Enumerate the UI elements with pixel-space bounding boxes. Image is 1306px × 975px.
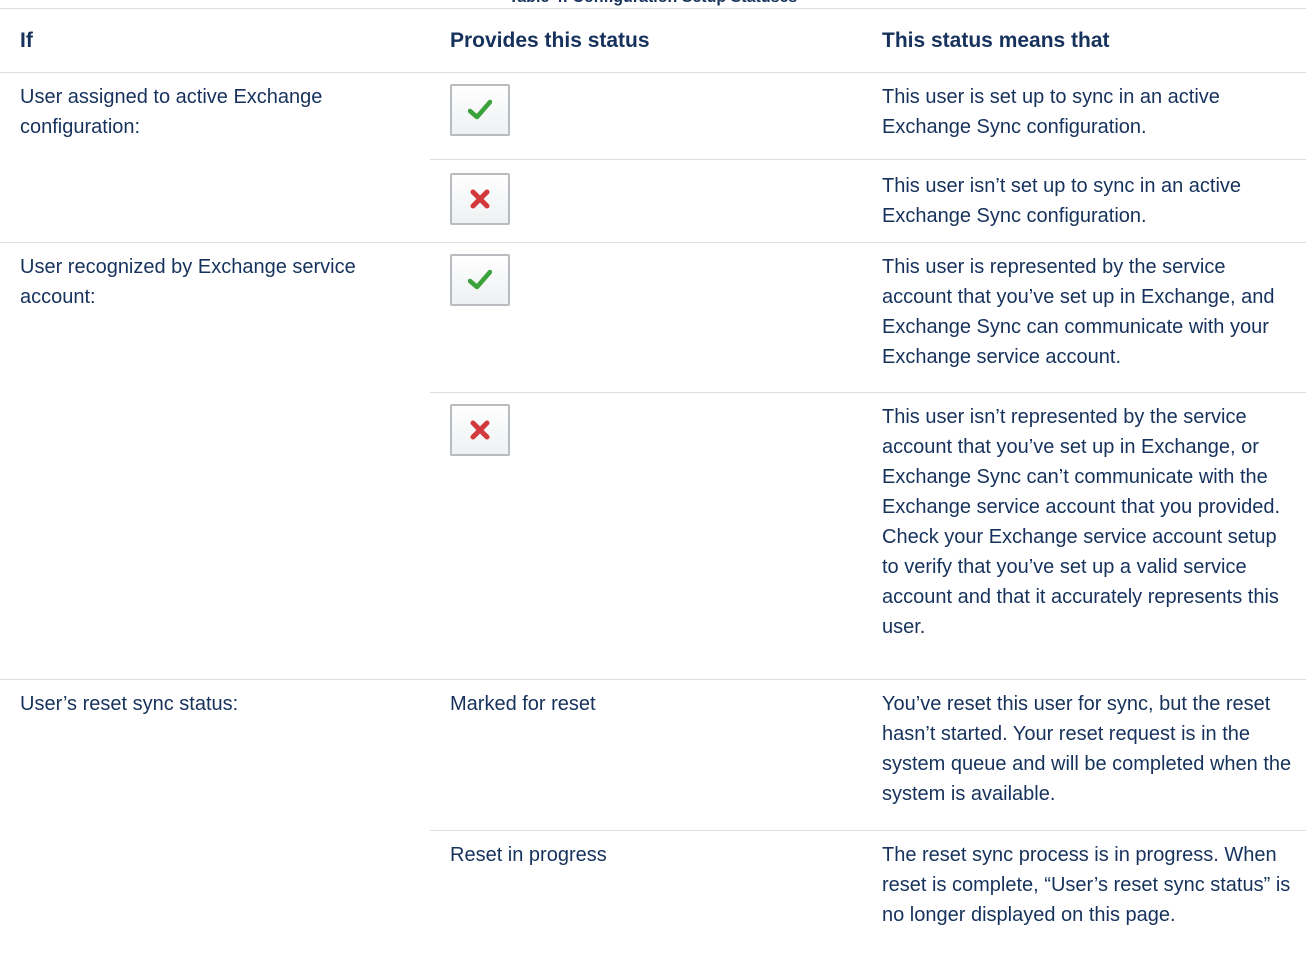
condition-cell: User assigned to active Exchange configu… xyxy=(20,86,323,138)
status-cell xyxy=(430,73,862,160)
status-cell xyxy=(430,242,862,393)
checkmark-icon xyxy=(468,269,492,290)
header-status-means: This status means that xyxy=(862,8,1306,73)
status-error-icon-box xyxy=(450,173,510,225)
meaning-cell: This user is set up to sync in an active… xyxy=(882,86,1220,138)
table-caption: Table 4: Configuration Setup Statuses xyxy=(0,0,1306,8)
meaning-cell: This user isn’t represented by the servi… xyxy=(862,392,1306,680)
status-ok-icon-box xyxy=(450,254,510,306)
status-error-icon-box xyxy=(450,404,510,456)
meaning-cell: This user is represented by the service … xyxy=(862,242,1306,393)
meaning-cell: You’ve reset this user for sync, but the… xyxy=(862,679,1306,831)
meaning-cell: The reset sync process is in progress. W… xyxy=(862,830,1306,951)
condition-cell: User’s reset sync status: xyxy=(0,679,430,951)
header-provides-status: Provides this status xyxy=(430,8,862,73)
table-row: User’s reset sync status: Marked for res… xyxy=(0,679,1306,951)
status-text-cell: Marked for reset xyxy=(430,679,862,831)
meaning-cell: This user isn’t set up to sync in an act… xyxy=(862,159,1306,243)
condition-cell: User recognized by Exchange service acco… xyxy=(0,242,430,680)
status-cell xyxy=(430,159,862,243)
status-ok-icon-box xyxy=(450,84,510,136)
table-row: User recognized by Exchange service acco… xyxy=(0,242,1306,680)
configuration-setup-statuses-table: If Provides this status This status mean… xyxy=(0,8,1306,951)
red-x-icon xyxy=(470,189,490,209)
status-text-cell: Reset in progress xyxy=(430,830,862,951)
header-if: If xyxy=(0,8,430,73)
red-x-icon xyxy=(470,420,490,440)
status-cell xyxy=(430,392,862,680)
table-row: User assigned to active Exchange configu… xyxy=(0,73,1306,160)
checkmark-icon xyxy=(468,99,492,120)
table-header-row: If Provides this status This status mean… xyxy=(0,8,1306,73)
